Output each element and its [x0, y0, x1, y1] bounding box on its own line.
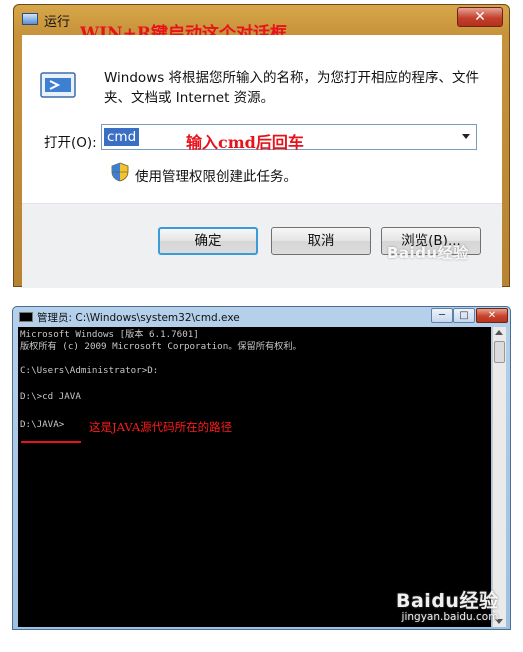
cancel-button[interactable]: 取消: [271, 227, 371, 255]
run-description-text: Windows 将根据您所输入的名称，为您打开相应的程序、文件夹、文档或 Int…: [104, 70, 480, 106]
cmd-close-button[interactable]: ✕: [476, 308, 508, 323]
console-line: 版权所有 (c) 2009 Microsoft Corporation。保留所有…: [20, 341, 302, 352]
console-prompt-line: D:\JAVA>: [20, 419, 65, 430]
run-close-button[interactable]: ✕: [457, 7, 503, 27]
cmd-console-area[interactable]: Microsoft Windows [版本 6.1.7601] 版权所有 (c)…: [18, 327, 491, 627]
baidu-watermark-url: jingyan.baidu.com: [401, 611, 499, 623]
cmd-window-title: 管理员: C:\Windows\system32\cmd.exe: [37, 312, 240, 324]
minimize-button[interactable]: ─: [431, 308, 453, 323]
open-hint-annotation: 输入cmd后回车: [186, 133, 304, 152]
open-combobox[interactable]: cmd 输入cmd后回车: [101, 124, 477, 152]
run-dialog-title: 运行: [44, 15, 71, 30]
scroll-up-arrow-icon[interactable]: [495, 330, 503, 335]
annotation-underline: [21, 441, 81, 443]
baidu-watermark-top: Baidu经验: [387, 244, 469, 262]
console-line: Microsoft Windows [版本 6.1.7601]: [20, 329, 199, 340]
ok-button[interactable]: 确定: [158, 227, 258, 255]
open-input-value[interactable]: cmd: [104, 128, 140, 146]
console-line: C:\Users\Administrator>D:: [20, 365, 159, 376]
baidu-watermark-logo: Baidu经验: [396, 590, 499, 612]
console-line: D:\>cd JAVA: [20, 391, 81, 402]
uac-shield-icon: [111, 162, 129, 182]
console-scrollbar[interactable]: [492, 327, 506, 627]
cmd-window-icon: [19, 312, 33, 322]
cmd-window: 管理员: C:\Windows\system32\cmd.exe ─ □ ✕ M…: [12, 306, 511, 630]
run-program-icon: [40, 72, 76, 98]
maximize-button[interactable]: □: [453, 308, 475, 323]
baidu-watermark-bottom: Baidu经验 jingyan.baidu.com: [396, 586, 498, 623]
path-annotation: 这是JAVA源代码所在的路径: [89, 420, 233, 434]
run-app-small-icon: [22, 13, 38, 25]
scroll-thumb[interactable]: [494, 341, 505, 363]
chevron-down-icon[interactable]: [462, 134, 470, 139]
admin-privilege-note: 使用管理权限创建此任务。: [135, 169, 297, 185]
open-label: 打开(O):: [44, 135, 97, 151]
